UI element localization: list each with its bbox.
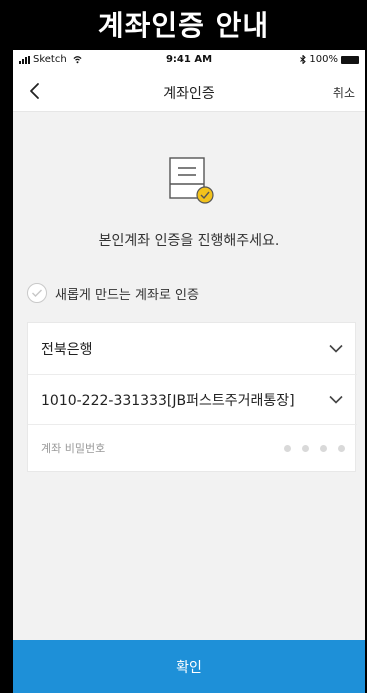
password-dot bbox=[338, 444, 345, 452]
cancel-button[interactable]: 취소 bbox=[333, 84, 355, 101]
status-right: 100% bbox=[300, 54, 359, 65]
chevron-down-icon bbox=[329, 395, 343, 404]
nav-bar: 계좌인증 취소 bbox=[13, 70, 365, 112]
bank-select[interactable]: 전북은행 bbox=[28, 323, 357, 375]
password-label: 계좌 비밀번호 bbox=[41, 442, 106, 455]
battery-icon bbox=[341, 55, 359, 64]
chevron-down-icon bbox=[329, 344, 343, 353]
new-account-label: 새롭게 만드는 계좌로 인증 bbox=[55, 287, 199, 303]
banner-title: 계좌인증 안내 bbox=[97, 9, 270, 42]
guide-banner: 계좌인증 안내 bbox=[0, 0, 367, 48]
battery-percent: 100% bbox=[309, 54, 338, 65]
password-dot bbox=[320, 444, 327, 452]
account-select[interactable]: 1010-222-331333[JB퍼스트주거래통장] bbox=[28, 375, 357, 425]
guide-message: 본인계좌 인증을 진행해주세요. bbox=[98, 233, 280, 249]
phone-screen: Sketch 9:41 AM 100% 계좌인증 취소 본인계좌 인증을 진행해… bbox=[13, 50, 365, 693]
account-document-icon bbox=[169, 157, 214, 204]
password-dot bbox=[302, 444, 309, 452]
account-password-field[interactable]: 계좌 비밀번호 bbox=[28, 425, 357, 471]
account-value: 1010-222-331333[JB퍼스트주거래통장] bbox=[41, 392, 295, 409]
new-account-option[interactable]: 새롭게 만드는 계좌로 인증 bbox=[27, 283, 199, 303]
account-form: 전북은행 1010-222-331333[JB퍼스트주거래통장] 계좌 비밀번호 bbox=[27, 322, 357, 472]
status-bar: Sketch 9:41 AM 100% bbox=[13, 50, 365, 70]
confirm-button[interactable]: 확인 bbox=[13, 640, 365, 693]
bank-value: 전북은행 bbox=[41, 341, 93, 358]
page-title: 계좌인증 bbox=[163, 86, 215, 102]
password-dot bbox=[284, 444, 291, 452]
password-dots bbox=[284, 444, 345, 452]
bluetooth-icon bbox=[300, 55, 307, 64]
checkbox-circle-icon[interactable] bbox=[27, 283, 47, 303]
